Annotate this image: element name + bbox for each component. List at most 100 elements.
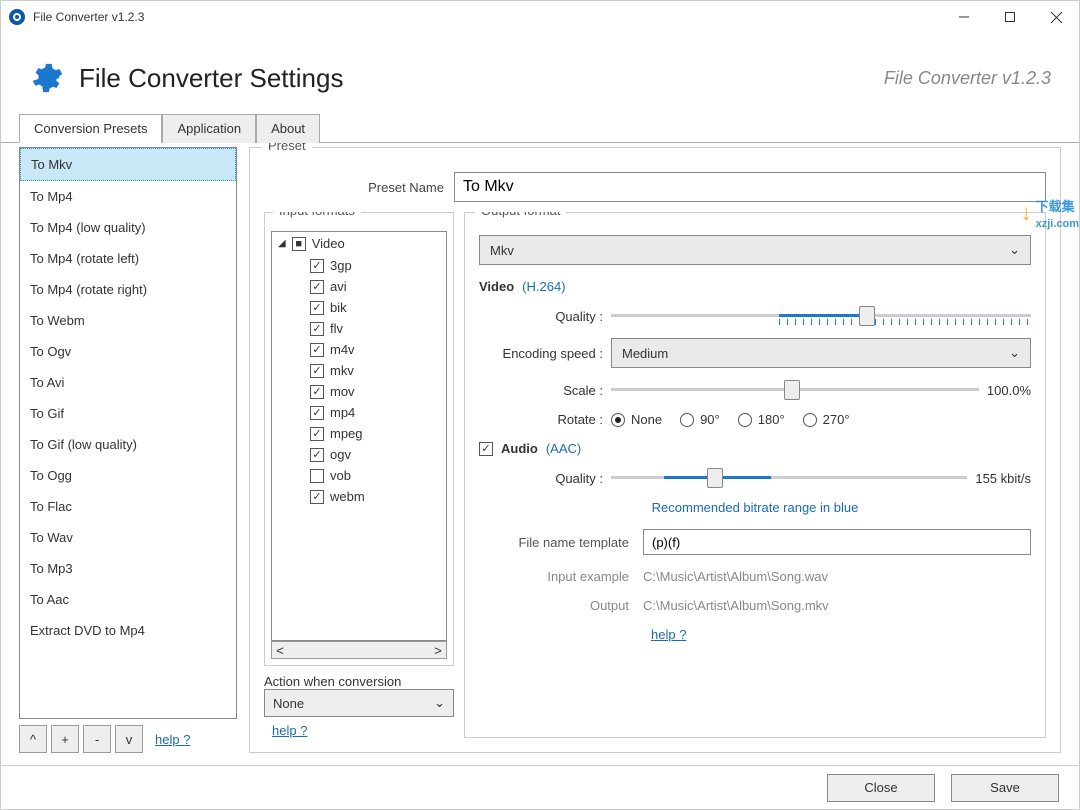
tree-horizontal-scrollbar[interactable]: <> — [271, 641, 447, 659]
preset-item[interactable]: To Webm — [20, 305, 236, 336]
bitrate-note: Recommended bitrate range in blue — [479, 500, 1031, 515]
format-checkbox[interactable]: ✓ — [310, 364, 324, 378]
gear-icon — [29, 61, 63, 95]
video-quality-label: Quality : — [483, 309, 603, 324]
filename-template-input[interactable] — [643, 529, 1031, 555]
preset-item[interactable]: To Flac — [20, 491, 236, 522]
close-button[interactable] — [1033, 1, 1079, 33]
preset-legend: Preset — [262, 143, 312, 153]
collapse-icon[interactable]: ◢ — [278, 238, 286, 249]
action-label: Action when conversion — [264, 674, 454, 689]
preset-item[interactable]: To Wav — [20, 522, 236, 553]
format-item[interactable]: ✓ mov — [310, 381, 446, 402]
preset-item[interactable]: To Mkv — [20, 148, 236, 181]
format-item[interactable]: ✓webm — [310, 486, 446, 507]
chevron-down-icon: ⌄ — [1009, 345, 1020, 361]
close-settings-button[interactable]: Close — [827, 774, 935, 802]
preset-item[interactable]: To Gif (low quality) — [20, 429, 236, 460]
preset-name-label: Preset Name — [264, 180, 444, 195]
format-checkbox[interactable]: ✓ — [310, 301, 324, 315]
input-help-link[interactable]: help ? — [272, 723, 454, 738]
input-formats-tree[interactable]: ◢ ■ Video ✓3gp✓avi✓bik✓flv✓m4v✓mkv✓mov✓m… — [271, 231, 447, 641]
video-quality-slider[interactable] — [611, 304, 1031, 328]
input-example-value: C:\Music\Artist\Album\Song.wav — [643, 569, 828, 584]
video-group-checkbox[interactable]: ■ — [292, 237, 306, 251]
preset-name-input[interactable] — [454, 172, 1046, 202]
presets-help-link[interactable]: help ? — [155, 732, 190, 747]
preset-item[interactable]: To Ogv — [20, 336, 236, 367]
encoding-speed-select[interactable]: Medium ⌄ — [611, 338, 1031, 368]
format-label: vob — [330, 468, 351, 483]
filename-help-link[interactable]: help ? — [651, 627, 686, 642]
audio-enable-checkbox[interactable]: ✓ — [479, 442, 493, 456]
preset-list[interactable]: To MkvTo Mp4To Mp4 (low quality)To Mp4 (… — [19, 147, 237, 719]
format-checkbox[interactable]: ✓ — [310, 448, 324, 462]
maximize-button[interactable] — [987, 1, 1033, 33]
preset-add-button[interactable]: + — [51, 725, 79, 753]
rotate-option-label: None — [631, 412, 662, 427]
preset-move-down-button[interactable]: v — [115, 725, 143, 753]
format-item[interactable]: vob — [310, 465, 446, 486]
preset-item[interactable]: To Avi — [20, 367, 236, 398]
preset-item[interactable]: To Gif — [20, 398, 236, 429]
scale-slider[interactable] — [611, 378, 979, 402]
preset-item[interactable]: To Mp3 — [20, 553, 236, 584]
save-settings-button[interactable]: Save — [951, 774, 1059, 802]
rotate-option-label: 90° — [700, 412, 720, 427]
format-checkbox[interactable]: ✓ — [310, 343, 324, 357]
rotate-option-label: 180° — [758, 412, 785, 427]
format-item[interactable]: ✓3gp — [310, 255, 446, 276]
rotate-label: Rotate : — [483, 412, 603, 427]
format-item[interactable]: ✓ogv — [310, 444, 446, 465]
format-item[interactable]: ✓mpeg — [310, 423, 446, 444]
chevron-down-icon: ⌄ — [1009, 242, 1020, 258]
format-item[interactable]: ✓ m4v — [310, 339, 446, 360]
preset-item[interactable]: To Ogg — [20, 460, 236, 491]
format-label: m4v — [330, 342, 355, 357]
format-item[interactable]: ✓mkv — [310, 360, 446, 381]
format-item[interactable]: ✓mp4 — [310, 402, 446, 423]
input-formats-legend: Input formats — [273, 212, 361, 218]
rotate-radio[interactable] — [611, 413, 625, 427]
audio-quality-slider[interactable] — [611, 466, 967, 490]
preset-item[interactable]: Extract DVD to Mp4 — [20, 615, 236, 646]
rotate-radio[interactable] — [680, 413, 694, 427]
format-checkbox[interactable]: ✓ — [310, 385, 324, 399]
preset-item[interactable]: To Mp4 (rotate right) — [20, 274, 236, 305]
preset-item[interactable]: To Mp4 (rotate left) — [20, 243, 236, 274]
rotate-radio[interactable] — [803, 413, 817, 427]
action-select[interactable]: None ⌄ — [264, 689, 454, 717]
output-format-select[interactable]: Mkv ⌄ — [479, 235, 1031, 265]
input-example-label: Input example — [479, 569, 629, 584]
preset-item[interactable]: To Mp4 — [20, 181, 236, 212]
tab-conversion-presets[interactable]: Conversion Presets — [19, 114, 162, 143]
format-checkbox[interactable]: ✓ — [310, 490, 324, 504]
chevron-down-icon: ⌄ — [434, 695, 445, 711]
window-title: File Converter v1.2.3 — [33, 10, 941, 24]
format-checkbox[interactable]: ✓ — [310, 280, 324, 294]
rotate-radio[interactable] — [738, 413, 752, 427]
format-item[interactable]: ✓flv — [310, 318, 446, 339]
video-group-label: Video — [312, 236, 345, 251]
audio-quality-label: Quality : — [483, 471, 603, 486]
scale-label: Scale : — [483, 383, 603, 398]
output-example-label: Output — [479, 598, 629, 613]
video-section-header: Video — [479, 279, 514, 294]
tab-application[interactable]: Application — [162, 114, 256, 143]
minimize-button[interactable] — [941, 1, 987, 33]
tab-about[interactable]: About — [256, 114, 320, 143]
format-checkbox[interactable]: ✓ — [310, 322, 324, 336]
format-checkbox[interactable]: ✓ — [310, 427, 324, 441]
format-checkbox[interactable]: ✓ — [310, 406, 324, 420]
preset-remove-button[interactable]: - — [83, 725, 111, 753]
format-label: avi — [330, 279, 347, 294]
format-checkbox[interactable] — [310, 469, 324, 483]
format-label: mov — [330, 384, 355, 399]
preset-item[interactable]: To Mp4 (low quality) — [20, 212, 236, 243]
preset-item[interactable]: To Aac — [20, 584, 236, 615]
audio-quality-value: 155 kbit/s — [975, 471, 1031, 486]
format-item[interactable]: ✓bik — [310, 297, 446, 318]
preset-move-up-button[interactable]: ^ — [19, 725, 47, 753]
format-item[interactable]: ✓ avi — [310, 276, 446, 297]
format-checkbox[interactable]: ✓ — [310, 259, 324, 273]
